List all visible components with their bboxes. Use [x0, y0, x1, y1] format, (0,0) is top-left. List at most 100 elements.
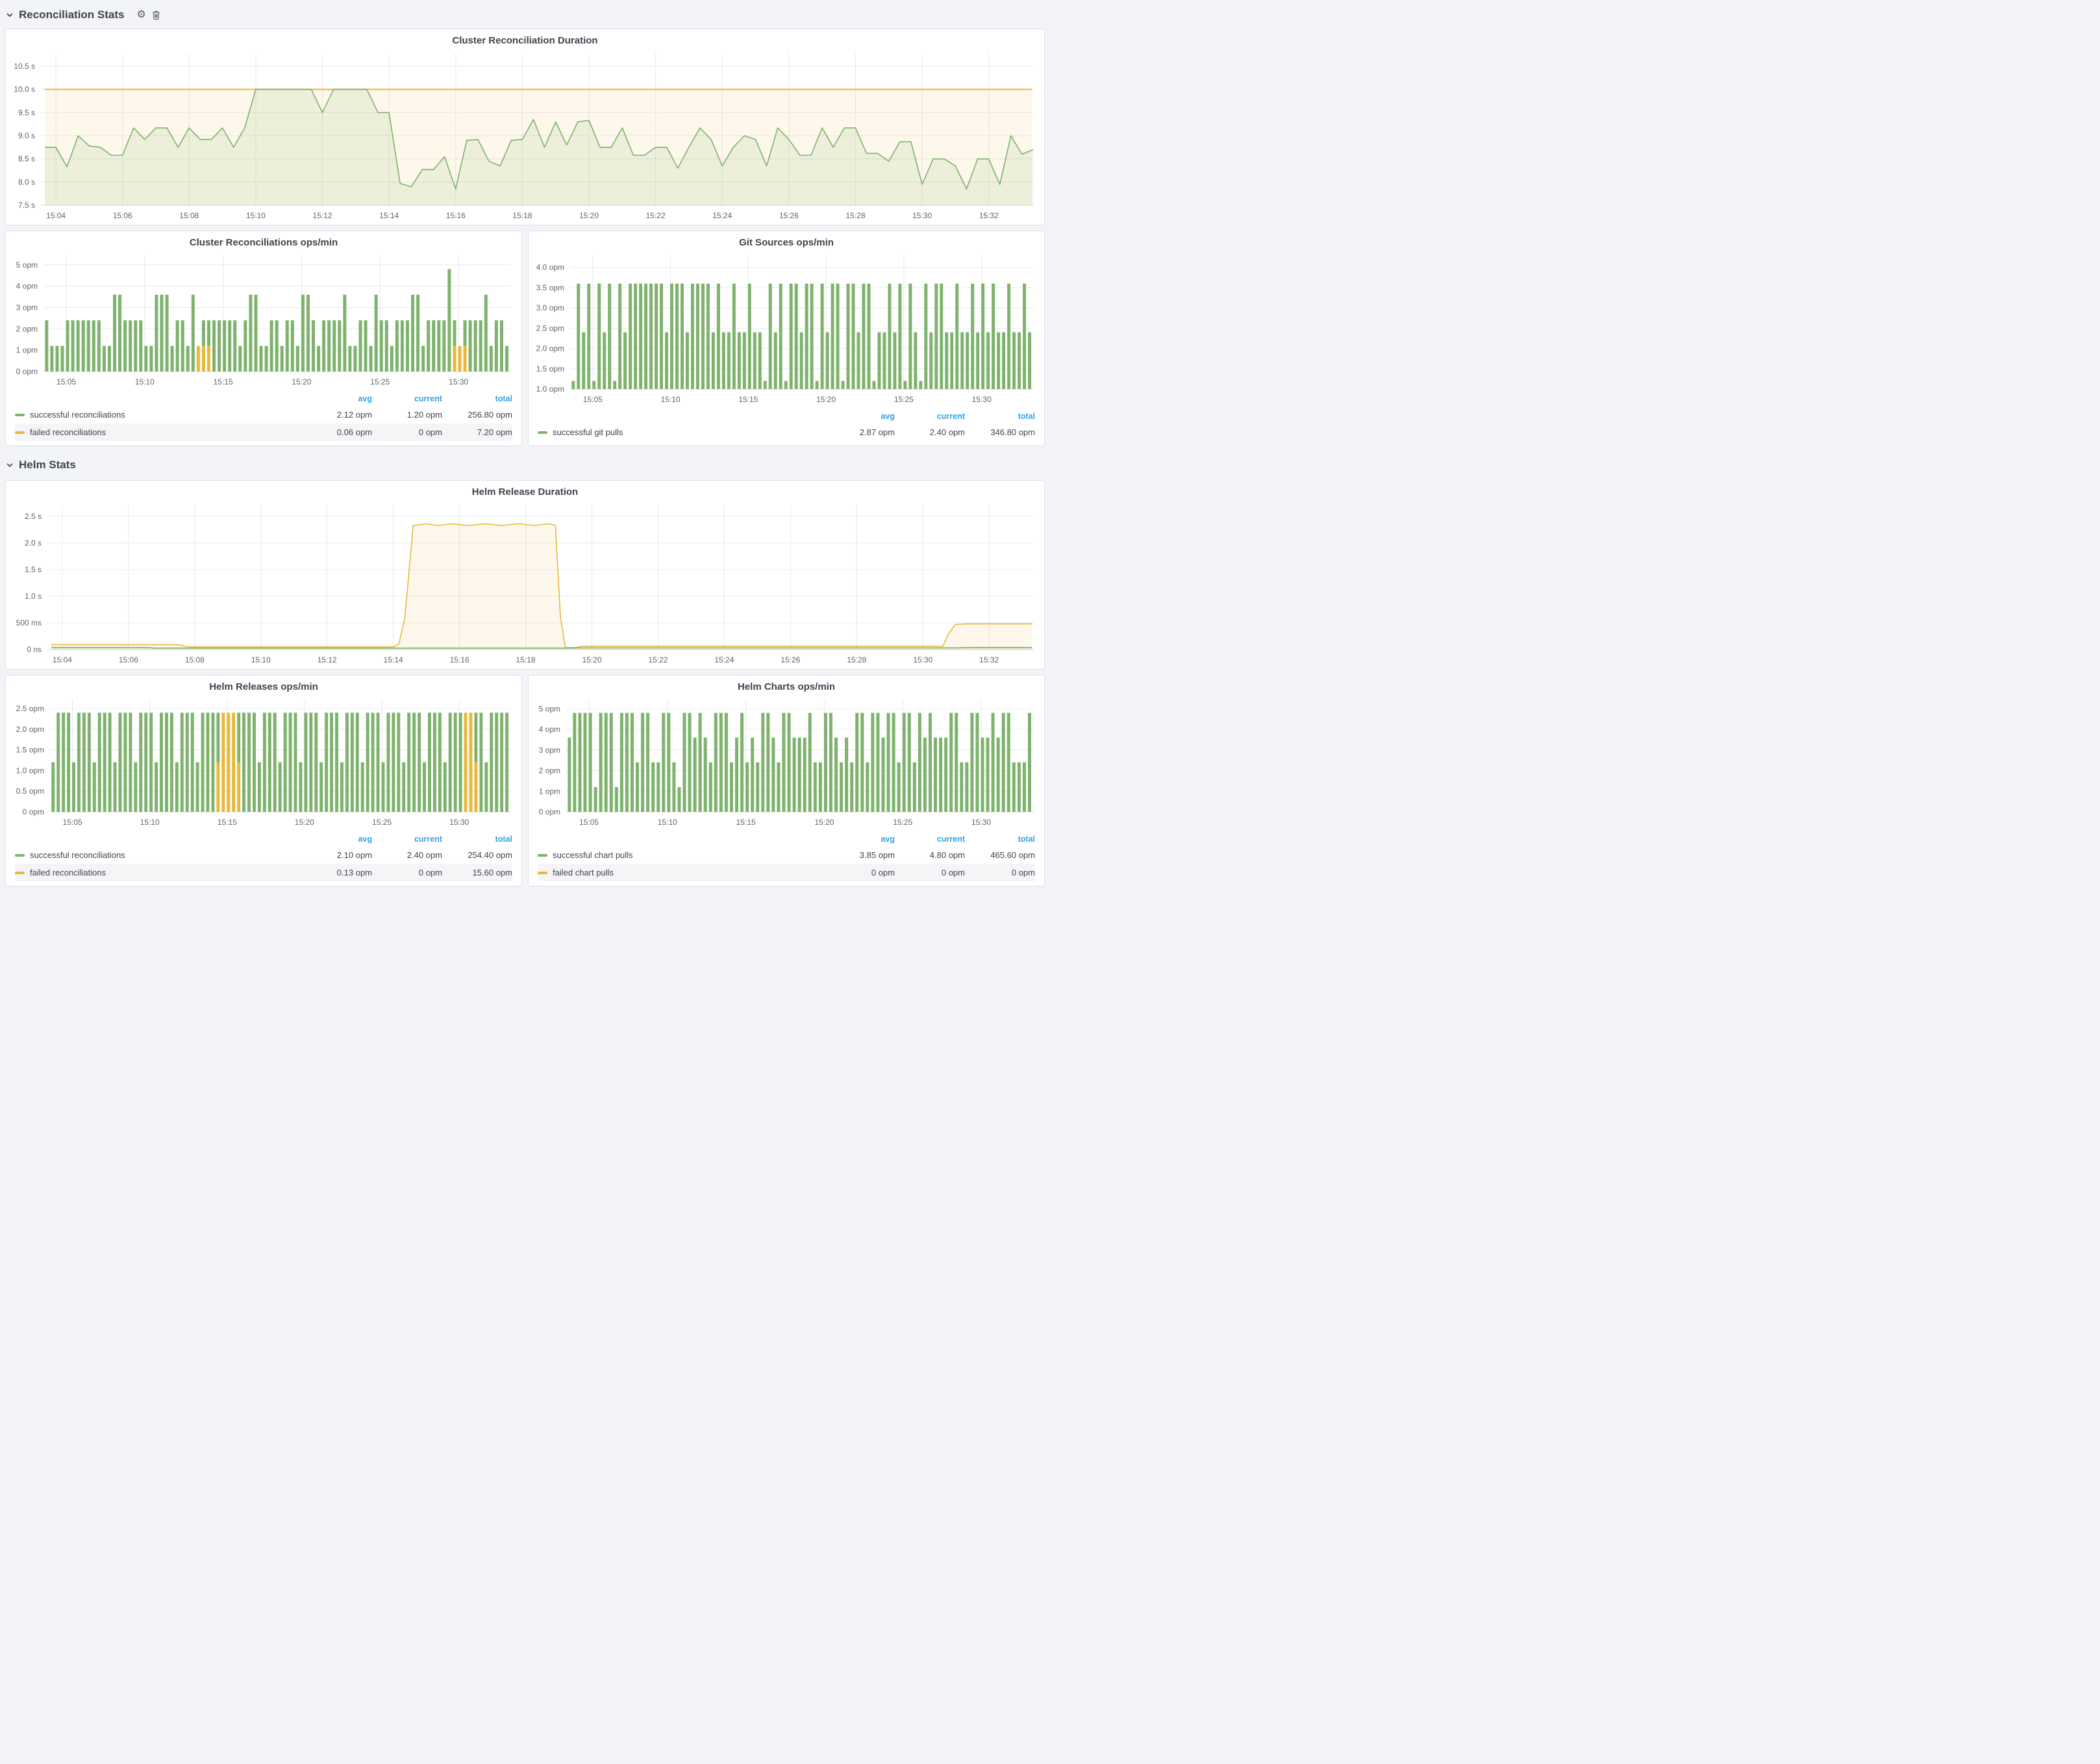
section-header-helm-stats[interactable]: Helm Stats	[6, 455, 1045, 475]
legend-col-avg[interactable]: avg	[825, 835, 895, 844]
svg-text:15:30: 15:30	[449, 377, 468, 386]
legend-col-total[interactable]: total	[965, 835, 1035, 844]
legend-col-current[interactable]: current	[372, 835, 442, 844]
legend-col-avg[interactable]: avg	[302, 835, 372, 844]
svg-text:15:25: 15:25	[893, 818, 912, 827]
svg-text:3.0 opm: 3.0 opm	[536, 303, 564, 312]
legend-label[interactable]: failed reconciliations	[15, 868, 302, 877]
legend-col-total[interactable]: total	[442, 394, 512, 403]
legend-avg-value: 3.85 opm	[825, 850, 895, 860]
legend-row-successful-reconciliations: successful reconciliations 2.12 opm 1.20…	[15, 406, 512, 423]
svg-text:15:05: 15:05	[579, 818, 599, 827]
svg-text:15:32: 15:32	[979, 211, 999, 220]
svg-text:1.5 s: 1.5 s	[25, 565, 42, 574]
legend-row-failed-reconciliations: failed reconciliations 0.13 opm 0 opm 15…	[15, 864, 512, 881]
svg-text:15:04: 15:04	[46, 211, 66, 220]
legend-label[interactable]: successful reconciliations	[15, 410, 302, 420]
legend-row-successful-chart-pulls: successful chart pulls 3.85 opm 4.80 opm…	[538, 846, 1035, 864]
svg-text:15:28: 15:28	[845, 211, 865, 220]
legend-label[interactable]: successful git pulls	[538, 427, 825, 437]
svg-text:15:14: 15:14	[379, 211, 399, 220]
svg-text:8.5 s: 8.5 s	[18, 155, 35, 164]
svg-text:15:10: 15:10	[661, 395, 681, 404]
panel-title-cluster-reconciliation-duration[interactable]: Cluster Reconciliation Duration	[6, 29, 1044, 45]
svg-text:2.0 s: 2.0 s	[25, 538, 42, 548]
legend-git-sources: avg current total successful git pulls 2…	[529, 409, 1044, 446]
panel-cluster-reconciliation-duration: Cluster Reconciliation Duration 15:04 15:…	[5, 29, 1045, 225]
legend-col-current[interactable]: current	[895, 835, 965, 844]
svg-text:8.0 s: 8.0 s	[18, 177, 35, 186]
svg-text:15:20: 15:20	[292, 377, 311, 386]
legend-row-failed-chart-pulls: failed chart pulls 0 opm 0 opm 0 opm	[538, 864, 1035, 881]
legend-label[interactable]: successful reconciliations	[15, 850, 302, 860]
section-title: Helm Stats	[19, 459, 76, 472]
panel-cluster-reconciliations-ops: Cluster Reconciliations ops/min 15:0515:…	[5, 231, 522, 446]
svg-text:15:25: 15:25	[894, 395, 914, 404]
series-dash-green	[538, 854, 547, 857]
chevron-down-icon[interactable]	[6, 13, 13, 17]
legend-avg-value: 2.10 opm	[302, 850, 372, 860]
section-title: Reconciliation Stats	[19, 8, 124, 21]
chart-helm-releases-ops[interactable]: 15:0515:1015:1515:2015:2515:300 opm0.5 o…	[6, 692, 521, 831]
svg-text:15:10: 15:10	[658, 818, 677, 827]
legend-label[interactable]: failed chart pulls	[538, 868, 825, 877]
svg-text:15:20: 15:20	[579, 211, 599, 220]
svg-text:15:14: 15:14	[384, 655, 403, 664]
panel-git-sources-ops: Git Sources ops/min 15:05 15:10 15:15 15:20…	[528, 231, 1045, 446]
chart-helm-release-duration[interactable]: 15:0415:0615:0815:1015:1215:1415:1615:18…	[6, 497, 1044, 669]
legend-current-value: 1.20 opm	[372, 410, 442, 420]
svg-text:10.0 s: 10.0 s	[14, 85, 35, 94]
svg-text:15:05: 15:05	[63, 818, 82, 827]
panel-title-helm-release-duration[interactable]: Helm Release Duration	[6, 481, 1044, 497]
legend-col-current[interactable]: current	[895, 412, 965, 421]
chart-cluster-reconciliations-ops[interactable]: 15:0515:1015:1515:2015:2515:300 opm1 opm…	[6, 247, 521, 391]
chart-cluster-reconciliation-duration[interactable]: 15:0415:0615:0815:1015:1215:1415:1615:18…	[6, 45, 1044, 225]
panel-title-cluster-reconciliations-ops[interactable]: Cluster Reconciliations ops/min	[6, 231, 521, 247]
svg-text:15:20: 15:20	[816, 395, 836, 404]
legend-total-value: 254.40 opm	[442, 850, 512, 860]
svg-text:15:22: 15:22	[646, 211, 666, 220]
svg-text:15:20: 15:20	[295, 818, 314, 827]
svg-text:15:26: 15:26	[781, 655, 800, 664]
svg-text:1 opm: 1 opm	[16, 346, 38, 355]
gear-icon[interactable]: ⚙	[136, 10, 145, 20]
svg-text:4.0 opm: 4.0 opm	[536, 263, 564, 272]
legend-col-total[interactable]: total	[965, 412, 1035, 421]
legend-col-avg[interactable]: avg	[825, 412, 895, 421]
panel-title-helm-releases-ops[interactable]: Helm Releases ops/min	[6, 675, 521, 692]
svg-text:15:05: 15:05	[583, 395, 603, 404]
svg-text:15:20: 15:20	[814, 818, 834, 827]
svg-text:4 opm: 4 opm	[539, 725, 560, 734]
trash-icon[interactable]	[152, 10, 160, 20]
svg-text:15:15: 15:15	[738, 395, 758, 404]
legend-col-avg[interactable]: avg	[302, 394, 372, 403]
legend-current-value: 2.40 opm	[372, 850, 442, 860]
panel-title-git-sources-ops[interactable]: Git Sources ops/min	[529, 231, 1044, 247]
svg-text:15:08: 15:08	[185, 655, 205, 664]
svg-text:2.5 opm: 2.5 opm	[16, 704, 44, 713]
legend-label[interactable]: successful chart pulls	[538, 850, 825, 860]
series-dash-yellow	[15, 872, 25, 874]
legend-row-failed-reconciliations: failed reconciliations 0.06 opm 0 opm 7.…	[15, 423, 512, 441]
svg-text:10.5 s: 10.5 s	[14, 62, 35, 71]
legend-col-total[interactable]: total	[442, 835, 512, 844]
legend-helm-releases: avg current total successful reconciliat…	[6, 831, 521, 886]
panel-helm-releases-ops: Helm Releases ops/min 15:0515:1015:1515:…	[5, 675, 522, 887]
panel-helm-release-duration: Helm Release Duration 15:0415:0615:0815:…	[5, 480, 1045, 670]
svg-text:500 ms: 500 ms	[16, 618, 42, 627]
grafana-dashboard: Reconciliation Stats ⚙ Cluster Reconcili…	[0, 0, 1050, 893]
panel-title-helm-charts-ops[interactable]: Helm Charts ops/min	[529, 675, 1044, 692]
legend-label[interactable]: failed reconciliations	[15, 427, 302, 437]
legend-current-value: 4.80 opm	[895, 850, 965, 860]
svg-text:15:15: 15:15	[218, 818, 237, 827]
legend-col-current[interactable]: current	[372, 394, 442, 403]
legend-avg-value: 0.13 opm	[302, 868, 372, 877]
svg-text:3 opm: 3 opm	[539, 746, 560, 755]
chevron-down-icon[interactable]	[6, 463, 13, 467]
section-header-reconciliation-stats[interactable]: Reconciliation Stats ⚙	[6, 5, 1045, 25]
svg-text:0 ns: 0 ns	[27, 645, 42, 654]
legend-total-value: 0 opm	[965, 868, 1035, 877]
chart-helm-charts-ops[interactable]: 15:0515:1015:1515:2015:2515:300 opm1 opm…	[529, 692, 1044, 831]
chart-git-sources-ops[interactable]: 15:0515:1015:1515:2015:2515:301.0 opm1.5…	[529, 247, 1044, 409]
svg-text:15:06: 15:06	[113, 211, 132, 220]
